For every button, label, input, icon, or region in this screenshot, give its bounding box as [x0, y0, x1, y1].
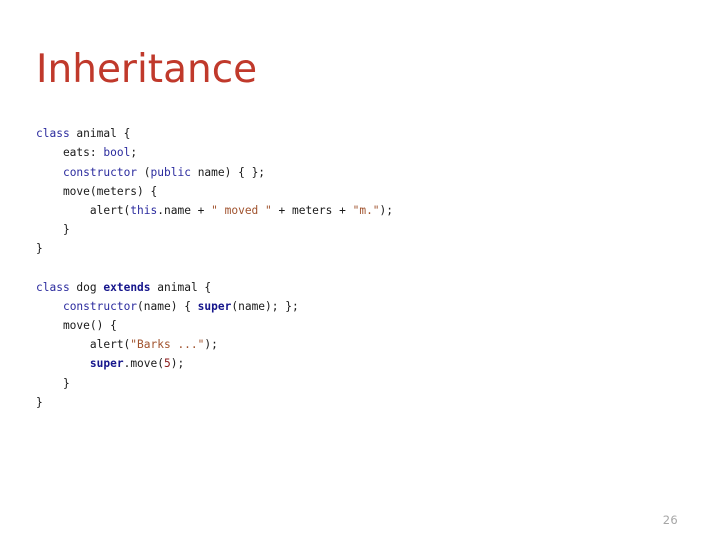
- code-line: }: [36, 393, 676, 412]
- code-token-plain: .move(: [123, 357, 164, 371]
- code-line: alert(this.name + " moved " + meters + "…: [36, 201, 676, 220]
- code-token-kw: constructor: [62, 299, 138, 313]
- code-token-plain: );: [204, 338, 218, 352]
- code-token-plain: (name); };: [231, 299, 299, 313]
- code-token-plain: );: [379, 203, 394, 217]
- code-token-plain: move(meters) {: [36, 184, 158, 198]
- code-token-plain: name) { };: [190, 165, 266, 179]
- code-line: move(meters) {: [36, 182, 676, 201]
- code-token-kw: class: [36, 127, 70, 141]
- presentation-slide: Inheritance class animal { eats: bool; c…: [0, 0, 720, 540]
- code-token-kwb: super: [197, 299, 232, 313]
- code-token-plain: }: [36, 376, 70, 390]
- code-token-plain: }: [36, 223, 70, 237]
- code-token-num: 5: [164, 357, 171, 371]
- code-token-plain: );: [170, 357, 185, 371]
- code-token-kw: bool: [103, 146, 131, 160]
- code-token-plain: move() {: [36, 319, 117, 333]
- page-number: 26: [662, 513, 678, 527]
- code-token-plain: + meters +: [271, 203, 353, 217]
- code-token-plain: (name) {: [137, 299, 198, 313]
- code-line: class dog extends animal {: [36, 278, 676, 297]
- code-line: move() {: [36, 316, 676, 335]
- code-token-kwb: extends: [103, 280, 151, 294]
- code-token-kw: class: [36, 280, 70, 294]
- code-token-kw: constructor: [62, 165, 138, 179]
- code-token-str: "m.": [352, 203, 380, 217]
- page-title: Inheritance: [36, 47, 258, 93]
- code-token-plain: alert(: [36, 338, 131, 352]
- code-line: class animal {: [36, 124, 676, 143]
- code-token-plain: }: [36, 395, 43, 409]
- code-token-plain: }: [36, 242, 43, 256]
- code-token-plain: .name +: [157, 203, 212, 217]
- code-line: eats: bool;: [36, 143, 676, 162]
- code-token-plain: (: [137, 165, 151, 179]
- code-token-kw: this: [130, 203, 158, 217]
- code-line: }: [36, 220, 676, 239]
- code-token-kwb: super: [89, 357, 124, 371]
- code-line: constructor(name) { super(name); };: [36, 297, 676, 316]
- code-block: class animal { eats: bool; constructor (…: [36, 124, 676, 412]
- code-token-plain: animal {: [69, 127, 131, 141]
- code-token-plain: eats:: [36, 146, 104, 160]
- code-token-plain: animal {: [150, 280, 212, 294]
- code-line: constructor (public name) { };: [36, 163, 676, 182]
- code-token-plain: dog: [69, 280, 104, 294]
- code-token-kw: public: [150, 165, 191, 179]
- code-line: }: [36, 239, 676, 258]
- code-token-str: "Barks ...": [130, 338, 205, 352]
- code-line: super.move(5);: [36, 354, 676, 373]
- code-token-str: " moved ": [211, 203, 272, 217]
- code-line: alert("Barks ...");: [36, 335, 676, 354]
- code-token-plain: alert(: [36, 203, 131, 217]
- code-token-plain: ;: [130, 146, 138, 160]
- code-line: }: [36, 374, 676, 393]
